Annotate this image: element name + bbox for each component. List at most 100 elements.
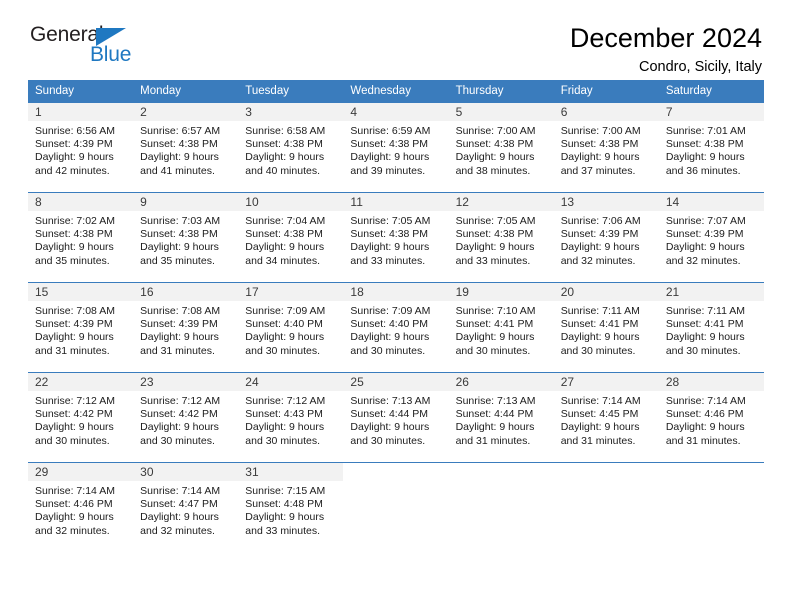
weekday-header-sunday: Sunday bbox=[28, 80, 134, 103]
calendar-day-cell[interactable]: 3 Sunrise: 6:58 AM Sunset: 4:38 PM Daylight… bbox=[238, 102, 344, 193]
daylight-text: Daylight: 9 hours bbox=[35, 151, 114, 164]
sunrise-text: Sunrise: 7:09 AM bbox=[350, 305, 431, 317]
calendar-day-cell[interactable]: 10 Sunrise: 7:04 AM Sunset: 4:38 PM Dayligh… bbox=[238, 192, 344, 283]
day-number: 11 bbox=[343, 193, 449, 211]
calendar-day-cell[interactable]: 24 Sunrise: 7:12 AM Sunset: 4:43 PM Dayligh… bbox=[238, 372, 344, 463]
daylight-text: and 32 minutes. bbox=[560, 254, 636, 267]
day-number: 3 bbox=[238, 103, 344, 121]
daylight-text: and 31 minutes. bbox=[140, 344, 215, 357]
calendar-day-cell[interactable]: 15 Sunrise: 7:08 AM Sunset: 4:39 PM Dayligh… bbox=[28, 282, 134, 373]
day-number: 15 bbox=[28, 283, 134, 301]
calendar-page: General Blue December 2024 Condro, Sicil… bbox=[0, 0, 792, 612]
sunset-text: Sunset: 4:38 PM bbox=[350, 228, 429, 241]
calendar-week-row: 22 Sunrise: 7:12 AM Sunset: 4:42 PM Dayligh… bbox=[28, 372, 764, 463]
calendar-day-cell[interactable]: 31 Sunrise: 7:15 AM Sunset: 4:48 PM Dayligh… bbox=[238, 462, 344, 553]
day-details: Sunrise: 7:06 AM Sunset: 4:39 PM Daylight:… bbox=[554, 211, 659, 268]
day-details: Sunrise: 7:04 AM Sunset: 4:38 PM Daylight:… bbox=[238, 211, 343, 268]
calendar-day-cell[interactable]: 22 Sunrise: 7:12 AM Sunset: 4:42 PM Dayligh… bbox=[28, 372, 134, 463]
calendar-day-cell[interactable]: 17 Sunrise: 7:09 AM Sunset: 4:40 PM Dayligh… bbox=[238, 282, 344, 373]
calendar-day-cell[interactable]: 18 Sunrise: 7:09 AM Sunset: 4:40 PM Dayligh… bbox=[343, 282, 449, 373]
calendar-day-cell[interactable]: 26 Sunrise: 7:13 AM Sunset: 4:44 PM Dayligh… bbox=[448, 372, 554, 463]
sunset-text: Sunset: 4:40 PM bbox=[350, 318, 429, 331]
day-details: Sunrise: 7:05 AM Sunset: 4:38 PM Daylight:… bbox=[343, 211, 448, 268]
calendar-day-cell[interactable]: 2 Sunrise: 6:57 AM Sunset: 4:38 PM Daylight… bbox=[133, 102, 239, 193]
sunrise-text: Sunrise: 6:56 AM bbox=[35, 125, 115, 137]
calendar-day-cell[interactable]: 16 Sunrise: 7:08 AM Sunset: 4:39 PM Dayligh… bbox=[133, 282, 239, 373]
daylight-text: and 32 minutes. bbox=[140, 524, 215, 537]
calendar-day-cell[interactable]: 30 Sunrise: 7:14 AM Sunset: 4:47 PM Dayligh… bbox=[133, 462, 239, 553]
day-number: 23 bbox=[133, 373, 239, 391]
calendar-day-cell[interactable]: 25 Sunrise: 7:13 AM Sunset: 4:44 PM Dayligh… bbox=[343, 372, 449, 463]
sunset-text: Sunset: 4:44 PM bbox=[350, 408, 429, 421]
calendar-day-cell[interactable]: 20 Sunrise: 7:11 AM Sunset: 4:41 PM Dayligh… bbox=[553, 282, 659, 373]
calendar-day-cell[interactable]: 27 Sunrise: 7:14 AM Sunset: 4:45 PM Dayligh… bbox=[553, 372, 659, 463]
daylight-text: Daylight: 9 hours bbox=[455, 151, 535, 164]
calendar-day-cell[interactable]: 19 Sunrise: 7:10 AM Sunset: 4:41 PM Dayligh… bbox=[448, 282, 554, 373]
day-details: Sunrise: 7:12 AM Sunset: 4:42 PM Daylight:… bbox=[133, 391, 238, 448]
daylight-text: Daylight: 9 hours bbox=[665, 421, 745, 434]
calendar-day-cell[interactable]: 4 Sunrise: 6:59 AM Sunset: 4:38 PM Daylight… bbox=[343, 102, 449, 193]
daylight-text: Daylight: 9 hours bbox=[140, 151, 219, 164]
day-number: 1 bbox=[28, 103, 134, 121]
sunset-text: Sunset: 4:47 PM bbox=[140, 498, 218, 511]
day-number: 25 bbox=[343, 373, 449, 391]
day-details: Sunrise: 7:05 AM Sunset: 4:38 PM Daylight:… bbox=[449, 211, 554, 268]
calendar-day-cell[interactable]: 11 Sunrise: 7:05 AM Sunset: 4:38 PM Dayligh… bbox=[343, 192, 449, 283]
day-number bbox=[448, 463, 554, 481]
logo-text-general: General bbox=[30, 23, 104, 46]
sunset-text: Sunset: 4:38 PM bbox=[350, 138, 429, 151]
daylight-text: Daylight: 9 hours bbox=[350, 151, 430, 164]
sunset-text: Sunset: 4:38 PM bbox=[140, 138, 218, 151]
calendar-day-cell-empty bbox=[658, 462, 764, 553]
day-details: Sunrise: 7:01 AM Sunset: 4:38 PM Daylight:… bbox=[659, 121, 764, 178]
daylight-text: Daylight: 9 hours bbox=[350, 421, 430, 434]
calendar-day-cell[interactable]: 1 Sunrise: 6:56 AM Sunset: 4:39 PM Daylight… bbox=[28, 102, 134, 193]
day-number: 9 bbox=[133, 193, 239, 211]
daylight-text: and 31 minutes. bbox=[35, 344, 110, 357]
day-number: 18 bbox=[343, 283, 449, 301]
weekday-header-wednesday: Wednesday bbox=[343, 80, 449, 103]
day-number: 30 bbox=[133, 463, 239, 481]
sunset-text: Sunset: 4:46 PM bbox=[35, 498, 113, 511]
daylight-text: Daylight: 9 hours bbox=[455, 421, 535, 434]
sunset-text: Sunset: 4:38 PM bbox=[245, 138, 323, 151]
sunset-text: Sunset: 4:39 PM bbox=[140, 318, 218, 331]
sunset-text: Sunset: 4:39 PM bbox=[560, 228, 639, 241]
general-blue-logo[interactable]: General Blue bbox=[28, 24, 158, 70]
calendar-day-cell[interactable]: 14 Sunrise: 7:07 AM Sunset: 4:39 PM Dayligh… bbox=[658, 192, 764, 283]
calendar-day-cell[interactable]: 7 Sunrise: 7:01 AM Sunset: 4:38 PM Daylight… bbox=[658, 102, 764, 193]
calendar-day-cell[interactable]: 9 Sunrise: 7:03 AM Sunset: 4:38 PM Daylight… bbox=[133, 192, 239, 283]
calendar-week-row: 1 Sunrise: 6:56 AM Sunset: 4:39 PM Daylight… bbox=[28, 102, 764, 193]
daylight-text: and 34 minutes. bbox=[245, 254, 320, 267]
daylight-text: and 33 minutes. bbox=[455, 254, 531, 267]
calendar-day-cell[interactable]: 21 Sunrise: 7:11 AM Sunset: 4:41 PM Dayligh… bbox=[658, 282, 764, 373]
daylight-text: and 35 minutes. bbox=[140, 254, 215, 267]
location-label: Condro, Sicily, Italy bbox=[638, 59, 762, 76]
daylight-text: Daylight: 9 hours bbox=[35, 241, 114, 254]
calendar-day-cell[interactable]: 28 Sunrise: 7:14 AM Sunset: 4:46 PM Dayligh… bbox=[658, 372, 764, 463]
calendar-day-cell[interactable]: 8 Sunrise: 7:02 AM Sunset: 4:38 PM Daylight… bbox=[28, 192, 134, 283]
calendar-day-cell[interactable]: 29 Sunrise: 7:14 AM Sunset: 4:46 PM Dayligh… bbox=[28, 462, 134, 553]
day-details: Sunrise: 7:11 AM Sunset: 4:41 PM Daylight:… bbox=[659, 301, 764, 358]
day-details: Sunrise: 7:03 AM Sunset: 4:38 PM Daylight:… bbox=[133, 211, 238, 268]
daylight-text: Daylight: 9 hours bbox=[665, 331, 745, 344]
sunrise-text: Sunrise: 7:14 AM bbox=[665, 395, 746, 407]
calendar-day-cell[interactable]: 13 Sunrise: 7:06 AM Sunset: 4:39 PM Dayligh… bbox=[553, 192, 659, 283]
day-number: 21 bbox=[658, 283, 764, 301]
sunrise-text: Sunrise: 7:00 AM bbox=[455, 125, 536, 137]
sunrise-text: Sunrise: 7:12 AM bbox=[140, 395, 221, 407]
sunset-text: Sunset: 4:43 PM bbox=[245, 408, 323, 421]
day-number: 6 bbox=[553, 103, 659, 121]
calendar-day-cell[interactable]: 5 Sunrise: 7:00 AM Sunset: 4:38 PM Daylight… bbox=[448, 102, 554, 193]
calendar-day-cell[interactable]: 23 Sunrise: 7:12 AM Sunset: 4:42 PM Dayligh… bbox=[133, 372, 239, 463]
day-details: Sunrise: 6:59 AM Sunset: 4:38 PM Daylight:… bbox=[343, 121, 448, 178]
sunset-text: Sunset: 4:38 PM bbox=[665, 138, 744, 151]
day-details: Sunrise: 7:12 AM Sunset: 4:42 PM Daylight:… bbox=[28, 391, 133, 448]
sunrise-text: Sunrise: 6:58 AM bbox=[245, 125, 326, 137]
day-details: Sunrise: 7:14 AM Sunset: 4:47 PM Daylight:… bbox=[133, 481, 238, 538]
calendar-day-cell[interactable]: 12 Sunrise: 7:05 AM Sunset: 4:38 PM Dayligh… bbox=[448, 192, 554, 283]
calendar-day-cell[interactable]: 6 Sunrise: 7:00 AM Sunset: 4:38 PM Daylight… bbox=[553, 102, 659, 193]
day-details: Sunrise: 6:56 AM Sunset: 4:39 PM Daylight:… bbox=[28, 121, 133, 178]
day-details: Sunrise: 7:11 AM Sunset: 4:41 PM Daylight:… bbox=[554, 301, 659, 358]
day-details: Sunrise: 7:14 AM Sunset: 4:46 PM Daylight:… bbox=[28, 481, 133, 538]
